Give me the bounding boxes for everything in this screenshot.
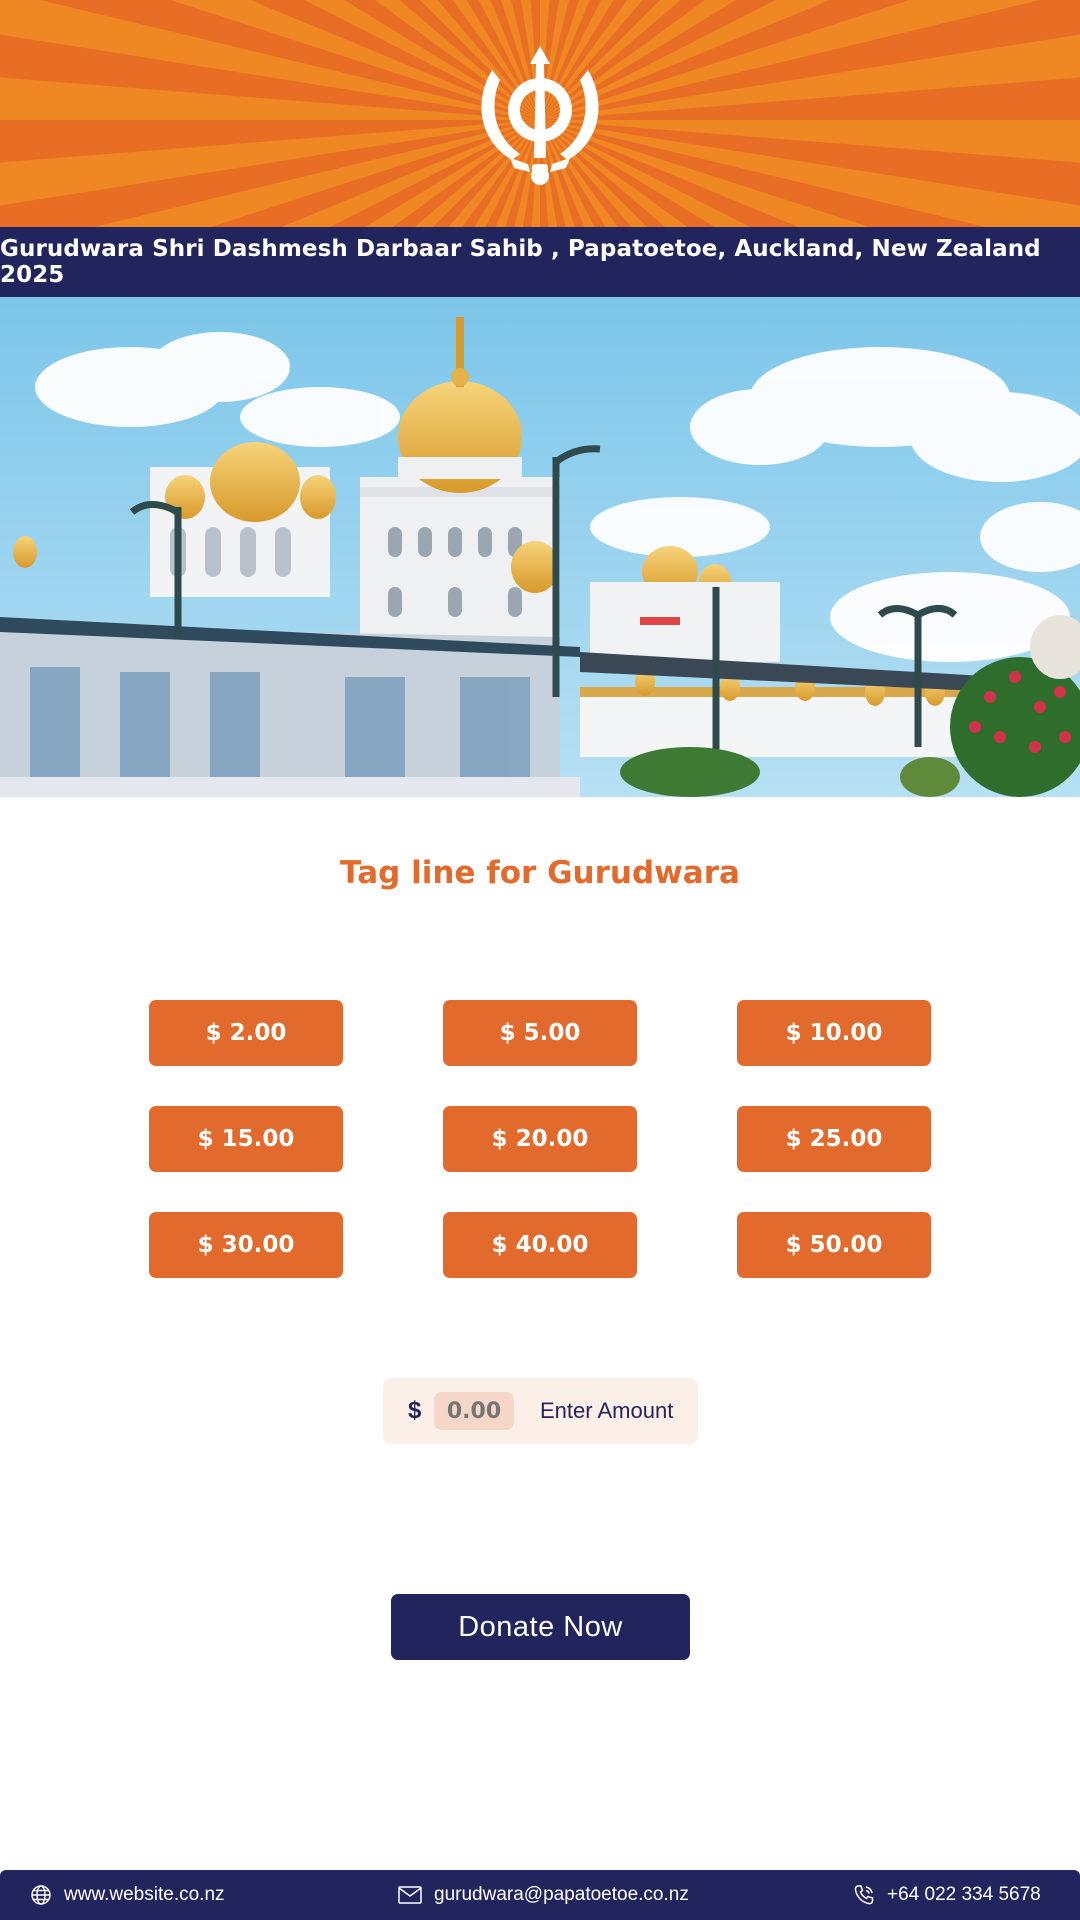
- footer: www.website.co.nz gurudwara@papatoetoe.c…: [0, 1870, 1080, 1920]
- footer-phone[interactable]: +64 022 334 5678: [853, 1870, 1041, 1920]
- email-text: gurudwara@papatoetoe.co.nz: [434, 1884, 689, 1905]
- amount-button-25[interactable]: $ 25.00: [737, 1106, 931, 1172]
- amount-button-50[interactable]: $ 50.00: [737, 1212, 931, 1278]
- website-text: www.website.co.nz: [64, 1884, 225, 1905]
- donation-page: Gurudwara Shri Dashmesh Darbaar Sahib , …: [0, 0, 1080, 1920]
- amount-button-5[interactable]: $ 5.00: [443, 1000, 637, 1066]
- amount-button-40[interactable]: $ 40.00: [443, 1212, 637, 1278]
- enter-amount-label: Enter Amount: [540, 1398, 674, 1423]
- footer-email[interactable]: gurudwara@papatoetoe.co.nz: [398, 1870, 689, 1920]
- currency-symbol: $: [408, 1397, 422, 1424]
- amount-button-15[interactable]: $ 15.00: [149, 1106, 343, 1172]
- amount-button-2[interactable]: $ 2.00: [149, 1000, 343, 1066]
- donate-now-button[interactable]: Donate Now: [391, 1594, 690, 1660]
- gurudwara-hero-image: [0, 297, 1080, 797]
- globe-icon: [31, 1885, 51, 1905]
- tagline: Tag line for Gurudwara: [340, 855, 740, 891]
- khanda-icon: [481, 46, 599, 185]
- footer-website[interactable]: www.website.co.nz: [30, 1870, 225, 1920]
- phone-text: +64 022 334 5678: [887, 1884, 1041, 1905]
- header-banner: [0, 0, 1080, 227]
- page-title: Gurudwara Shri Dashmesh Darbaar Sahib , …: [0, 236, 1041, 288]
- phone-icon: [854, 1885, 874, 1905]
- mail-icon: [398, 1886, 422, 1904]
- amount-button-30[interactable]: $ 30.00: [149, 1212, 343, 1278]
- amount-button-20[interactable]: $ 20.00: [443, 1106, 637, 1172]
- custom-amount-box: $ Enter Amount: [383, 1378, 698, 1444]
- title-bar: Gurudwara Shri Dashmesh Darbaar Sahib , …: [0, 227, 1080, 297]
- amount-options: $ 2.00 $ 5.00 $ 10.00 $ 15.00 $ 20.00 $ …: [149, 1000, 931, 1278]
- amount-button-10[interactable]: $ 10.00: [737, 1000, 931, 1066]
- custom-amount-input[interactable]: [434, 1392, 514, 1430]
